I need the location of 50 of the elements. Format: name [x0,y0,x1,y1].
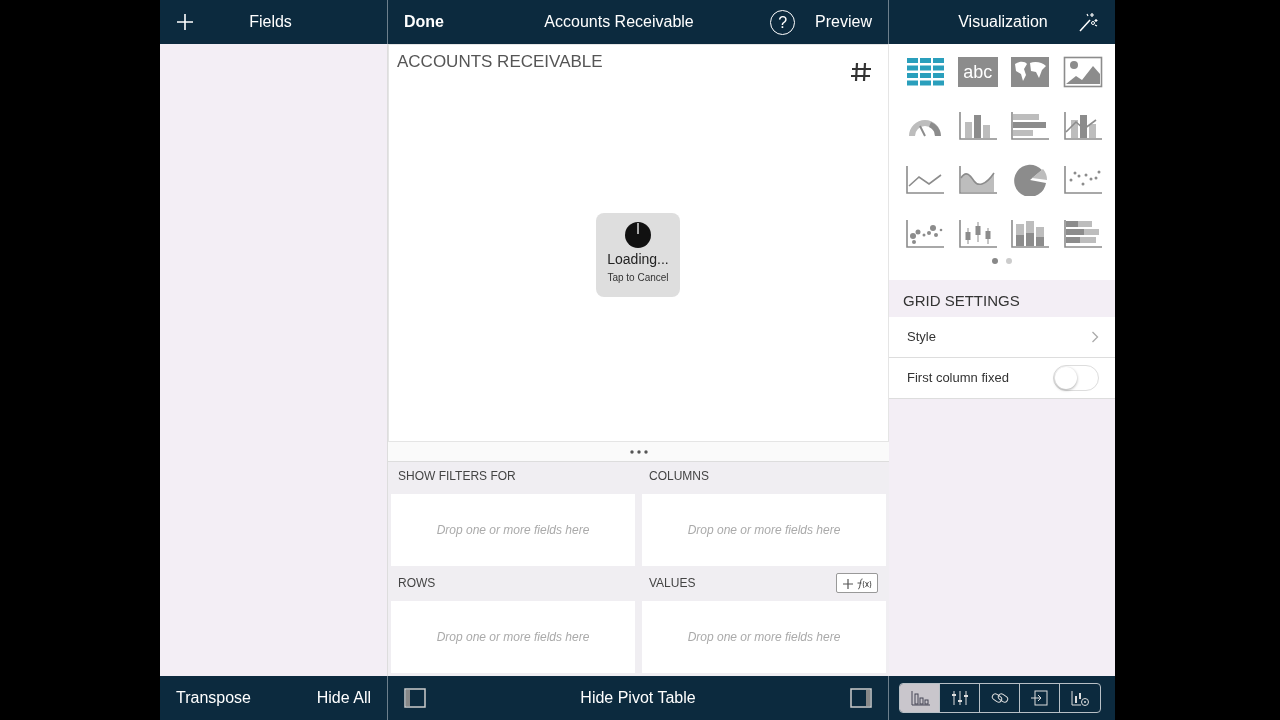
table-icon[interactable] [905,56,946,88]
scatter-chart-icon[interactable] [1062,164,1103,196]
formula-icon [842,577,872,592]
page-title: Accounts Receivable [543,12,695,32]
zone-label: ROWS [398,575,436,592]
zone-label: VALUES [649,575,696,592]
column-chart-icon[interactable] [957,110,998,142]
plus-icon[interactable] [176,13,194,31]
bubble-chart-icon[interactable] [905,218,946,250]
spinner-icon [624,221,652,249]
transpose-button[interactable]: Transpose [176,686,251,710]
setting-label: First column fixed [907,368,1009,387]
zone-label: SHOW FILTERS FOR [398,468,516,485]
page-dot[interactable] [1006,258,1012,264]
done-button[interactable]: Done [404,10,444,34]
add-formula-button[interactable] [836,573,878,593]
resize-handle-icon[interactable] [629,449,648,454]
chevron-right-icon [1091,330,1099,343]
combo-chart-icon[interactable] [1062,110,1103,142]
hash-icon[interactable] [850,61,872,83]
stacked-bar-chart-icon[interactable] [1062,218,1103,250]
sliders-icon[interactable] [949,689,970,707]
bar-chart-icon[interactable] [1010,110,1051,142]
bar-chart-icon[interactable] [909,689,930,707]
widget-title: ACCOUNTS RECEIVABLE [397,51,603,73]
candlestick-chart-icon[interactable] [957,218,998,250]
cancel-hint: Tap to Cancel [606,271,670,285]
hide-pivot-table-button[interactable]: Hide Pivot Table [426,686,850,710]
chart-settings-icon[interactable] [1070,689,1090,707]
section-heading: GRID SETTINGS [902,291,1021,311]
setting-label: Style [907,327,936,346]
line-chart-icon[interactable] [905,164,946,196]
magic-wand-icon[interactable] [1077,11,1099,33]
loading-indicator[interactable]: Loading... Tap to Cancel [596,213,680,297]
toggle-switch[interactable] [1053,364,1099,391]
loading-text: Loading... [606,250,670,269]
left-panel-icon[interactable] [404,688,426,708]
right-panel-icon[interactable] [850,688,872,708]
world-map-icon[interactable] [1010,56,1051,88]
panel-title: Fields [248,12,293,32]
style-row[interactable]: Style [889,316,1115,358]
panel-title: Visualization [957,12,1049,32]
export-icon[interactable] [1029,689,1050,707]
image-icon[interactable] [1062,56,1103,88]
page-dot[interactable] [992,258,998,264]
preview-button[interactable]: Preview [815,10,872,34]
zone-label: COLUMNS [649,468,709,485]
hide-all-button[interactable]: Hide All [316,686,371,710]
area-chart-icon[interactable] [957,164,998,196]
stacked-column-chart-icon[interactable] [1010,218,1051,250]
